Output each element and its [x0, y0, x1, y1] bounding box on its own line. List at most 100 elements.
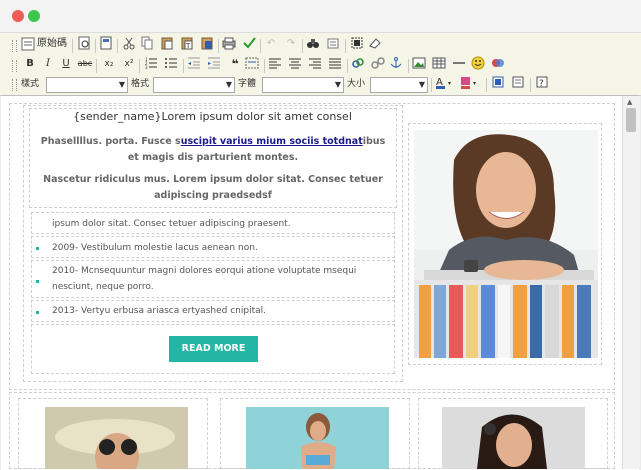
intro-text-start: Phasellllus. porta. Fusce s	[40, 136, 181, 147]
blockquote-button[interactable]: ❝	[227, 56, 243, 72]
list-item: 2013- Vertyu erbusa ariasca ertyashed cn…	[52, 306, 266, 316]
horizontal-rule-icon	[453, 62, 465, 64]
numbered-list-button[interactable]: 123	[144, 56, 160, 72]
toolbar-separator	[347, 59, 348, 73]
text-color-button[interactable]: A ▾	[435, 75, 457, 91]
format-select[interactable]: ▼	[153, 77, 235, 93]
table-button[interactable]	[432, 56, 448, 72]
list-item: ipsum dolor sitat. Consec tetuer adipisc…	[52, 219, 291, 229]
anchor-button[interactable]	[389, 56, 405, 72]
maximize-button[interactable]	[491, 75, 507, 91]
paste-button[interactable]	[160, 36, 176, 52]
superscript-button[interactable]: x²	[121, 56, 137, 72]
paste-icon	[161, 37, 173, 50]
remove-format-button[interactable]	[368, 36, 384, 52]
subscript-button[interactable]: x₂	[101, 56, 117, 72]
print-button[interactable]	[222, 36, 238, 52]
indent-button[interactable]	[207, 56, 223, 72]
toolbar-separator	[96, 59, 97, 73]
paste-word-button[interactable]	[200, 36, 216, 52]
bold-button[interactable]: B	[23, 56, 37, 72]
align-right-icon	[309, 58, 321, 69]
svg-text:▾: ▾	[473, 80, 476, 87]
select-all-button[interactable]	[350, 36, 366, 52]
style-label: 樣式	[21, 79, 40, 89]
vertical-scrollbar[interactable]: ▲	[622, 96, 640, 469]
intro-link[interactable]: uscipit varius mium sociis totdnat	[181, 136, 363, 147]
align-left-button[interactable]	[268, 56, 284, 72]
unlink-button[interactable]	[371, 56, 387, 72]
select-all-icon	[351, 37, 363, 49]
find-button[interactable]	[306, 36, 322, 52]
spellcheck-button[interactable]	[242, 36, 258, 52]
toolbar-row-3: 樣式 ▼ 格式 ▼ 字體 ▼ 大小 ▼ A ▾ ▾ ?	[0, 75, 641, 95]
numbered-list-icon: 123	[145, 57, 157, 70]
div-container-button[interactable]	[245, 56, 261, 72]
background-color-button[interactable]: ▾	[460, 75, 482, 91]
redo-button[interactable]: ↷	[284, 36, 298, 52]
bulleted-list-button[interactable]	[164, 56, 180, 72]
align-justify-button[interactable]	[328, 56, 344, 72]
list-bullet-icon	[36, 311, 39, 314]
beach-woman-photo[interactable]	[246, 407, 389, 469]
second-paragraph: Nascetur ridiculus mus. Lorem ipsum dolo…	[43, 174, 383, 201]
read-more-button[interactable]: READ MORE	[169, 336, 258, 362]
toolbar-separator	[260, 39, 261, 53]
style-select[interactable]: ▼	[46, 77, 128, 93]
toolbar-separator	[408, 59, 409, 73]
woman-photo[interactable]	[414, 130, 598, 358]
smiley-button[interactable]	[471, 56, 487, 72]
align-center-icon	[289, 58, 301, 69]
toolbar-separator	[345, 39, 346, 53]
paste-text-icon: T	[181, 37, 193, 50]
toolbar-separator	[117, 39, 118, 53]
templates-button[interactable]	[99, 36, 115, 52]
replace-button[interactable]	[326, 36, 342, 52]
strikethrough-button[interactable]: abc	[77, 56, 93, 72]
toolbar-grip-handle[interactable]	[12, 60, 17, 72]
preview-button[interactable]	[77, 36, 93, 52]
toolbar-row-2: B I U abc x₂ x² 123 ❝	[0, 56, 641, 76]
toolbar-separator	[183, 59, 184, 73]
undo-button[interactable]: ↶	[264, 36, 278, 52]
chevron-down-icon: ▼	[225, 80, 232, 89]
portrait-woman-photo[interactable]	[442, 407, 585, 469]
show-blocks-button[interactable]	[511, 75, 527, 91]
align-center-button[interactable]	[288, 56, 304, 72]
size-select[interactable]: ▼	[370, 77, 428, 93]
toolbar-grip-handle[interactable]	[12, 79, 17, 91]
toolbar-separator	[264, 59, 265, 73]
strikethrough-icon: abc	[77, 59, 93, 68]
font-select[interactable]: ▼	[262, 77, 344, 93]
help-button[interactable]: ?	[535, 75, 551, 91]
close-window-button[interactable]	[12, 10, 24, 22]
spellcheck-icon	[243, 37, 256, 49]
preview-icon	[78, 36, 90, 50]
link-button[interactable]	[351, 56, 367, 72]
horizontal-rule-button[interactable]	[452, 56, 468, 72]
scrollbar-thumb[interactable]	[626, 108, 636, 132]
italic-button[interactable]: I	[41, 56, 55, 72]
minimize-window-button[interactable]	[28, 10, 40, 22]
image-icon	[412, 57, 426, 69]
toolbar-separator	[486, 78, 487, 92]
image-button[interactable]	[412, 56, 428, 72]
toolbar-grip-handle[interactable]	[12, 40, 17, 52]
woman-photo-image	[414, 130, 598, 358]
paste-text-button[interactable]: T	[180, 36, 196, 52]
special-char-button[interactable]	[491, 56, 507, 72]
copy-button[interactable]	[140, 36, 156, 52]
toolbar-separator	[95, 39, 96, 53]
scroll-up-icon[interactable]: ▲	[627, 98, 632, 106]
source-button[interactable]: 原始碼	[21, 36, 73, 52]
underline-button[interactable]: U	[59, 56, 73, 72]
unlink-icon	[371, 57, 385, 69]
outdent-button[interactable]	[187, 56, 203, 72]
bold-icon: B	[26, 58, 34, 69]
paste-word-icon	[201, 37, 213, 50]
svg-text:3: 3	[145, 65, 148, 70]
cut-button[interactable]	[122, 36, 138, 52]
subscript-icon: x₂	[104, 59, 114, 69]
sunhat-woman-photo[interactable]	[45, 407, 188, 469]
align-right-button[interactable]	[308, 56, 324, 72]
